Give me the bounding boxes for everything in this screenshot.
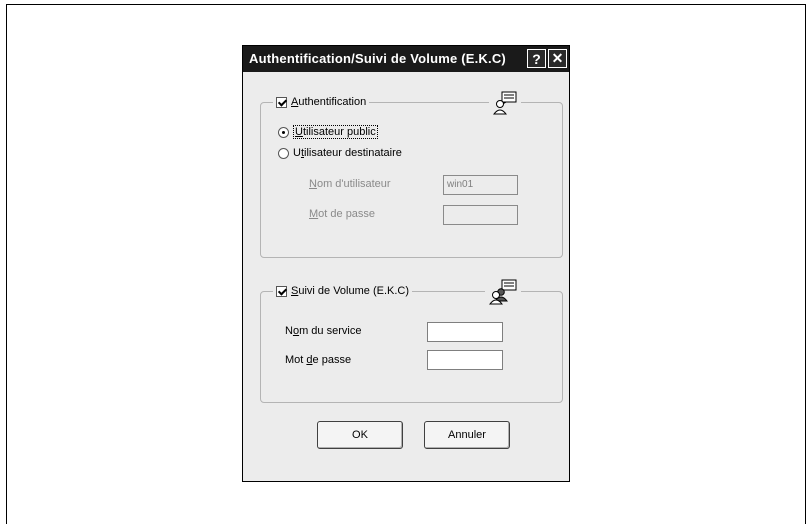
service-name-field[interactable] xyxy=(427,322,503,342)
users-card-icon xyxy=(485,279,521,310)
auth-checkbox-row[interactable]: Authentification xyxy=(273,96,370,108)
public-user-label: Utilisateur public xyxy=(293,125,378,139)
ok-button[interactable]: OK xyxy=(317,421,403,449)
auth-password-field[interactable] xyxy=(443,205,518,225)
username-label: Nom d'utilisateur xyxy=(309,178,391,190)
help-button[interactable]: ? xyxy=(527,49,546,68)
dialog-title: Authentification/Suivi de Volume (E.K.C) xyxy=(249,51,506,66)
public-user-option[interactable]: Utilisateur public xyxy=(278,125,378,139)
service-name-label: Nom du service xyxy=(285,325,362,337)
ekc-password-field[interactable] xyxy=(427,350,503,370)
auth-password-label: Mot de passe xyxy=(309,208,376,220)
close-button[interactable]: ✕ xyxy=(548,49,567,68)
destination-user-option[interactable]: Utilisateur destinataire xyxy=(278,147,402,159)
cancel-button[interactable]: Annuler xyxy=(424,421,510,449)
ekc-checkbox[interactable] xyxy=(276,285,287,297)
auth-checkbox[interactable] xyxy=(276,96,287,108)
help-icon: ? xyxy=(532,50,541,67)
username-field[interactable]: win01 xyxy=(443,175,518,195)
user-card-icon xyxy=(489,91,521,120)
ekc-label: Suivi de Volume (E.K.C) xyxy=(291,285,409,297)
auth-label: Authentification xyxy=(291,96,367,108)
ekc-checkbox-row[interactable]: Suivi de Volume (E.K.C) xyxy=(273,285,412,297)
title-bar: Authentification/Suivi de Volume (E.K.C)… xyxy=(243,46,569,72)
destination-user-radio[interactable] xyxy=(278,147,289,159)
ekc-password-label: Mot de passe xyxy=(285,354,352,366)
destination-user-label: Utilisateur destinataire xyxy=(293,147,402,159)
close-icon: ✕ xyxy=(551,50,564,66)
public-user-radio[interactable] xyxy=(278,126,289,138)
auth-dialog: Authentification/Suivi de Volume (E.K.C)… xyxy=(242,45,570,482)
